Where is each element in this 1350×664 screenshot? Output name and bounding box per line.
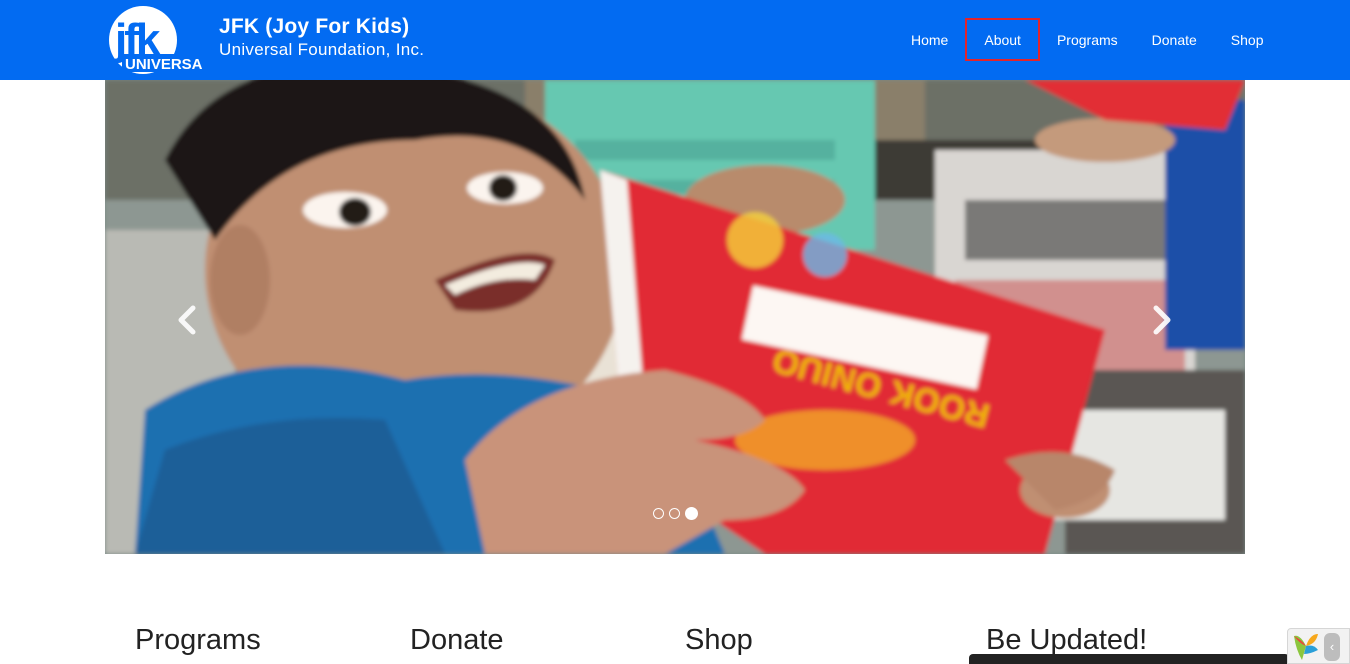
main-nav: Home About Programs Donate Shop bbox=[894, 18, 1281, 61]
chevron-right-icon bbox=[1153, 305, 1171, 335]
carousel-indicator-3[interactable] bbox=[685, 507, 698, 520]
programs-heading: Programs bbox=[135, 624, 261, 656]
carousel-indicator-2[interactable] bbox=[669, 508, 680, 519]
site-logo[interactable]: jfk UNIVERSAL bbox=[108, 4, 212, 76]
nav-home[interactable]: Home bbox=[894, 18, 965, 61]
top-navbar: jfk UNIVERSAL JFK (Joy For Kids) Univers… bbox=[0, 0, 1350, 80]
shop-heading: Shop bbox=[685, 624, 753, 656]
carousel-next-button[interactable] bbox=[1146, 302, 1176, 338]
nav-about[interactable]: About bbox=[965, 18, 1040, 61]
nav-donate[interactable]: Donate bbox=[1135, 18, 1214, 61]
debug-toolbar-widget[interactable]: ‹ bbox=[1287, 628, 1350, 664]
carousel-indicator-1[interactable] bbox=[653, 508, 664, 519]
carousel-indicators bbox=[653, 507, 698, 520]
newsletter-box-top bbox=[969, 654, 1289, 664]
svg-text:UNIVERSAL: UNIVERSAL bbox=[125, 56, 202, 73]
be-updated-heading: Be Updated! bbox=[986, 624, 1148, 656]
hero-carousel[interactable]: Pask bbox=[105, 80, 1245, 554]
carousel-prev-button[interactable] bbox=[173, 302, 203, 338]
nav-shop[interactable]: Shop bbox=[1214, 18, 1281, 61]
chevron-left-icon[interactable]: ‹ bbox=[1324, 633, 1340, 661]
chevron-left-icon bbox=[178, 305, 196, 335]
brand-title: JFK (Joy For Kids) bbox=[219, 15, 410, 38]
brand-subtitle: Universal Foundation, Inc. bbox=[219, 40, 425, 59]
yii-logo-icon bbox=[1294, 634, 1318, 660]
carousel-slide-image: Pask bbox=[105, 80, 1245, 554]
donate-heading: Donate bbox=[410, 624, 504, 656]
nav-programs[interactable]: Programs bbox=[1040, 18, 1135, 61]
brand-text[interactable]: JFK (Joy For Kids) Universal Foundation,… bbox=[219, 14, 424, 60]
